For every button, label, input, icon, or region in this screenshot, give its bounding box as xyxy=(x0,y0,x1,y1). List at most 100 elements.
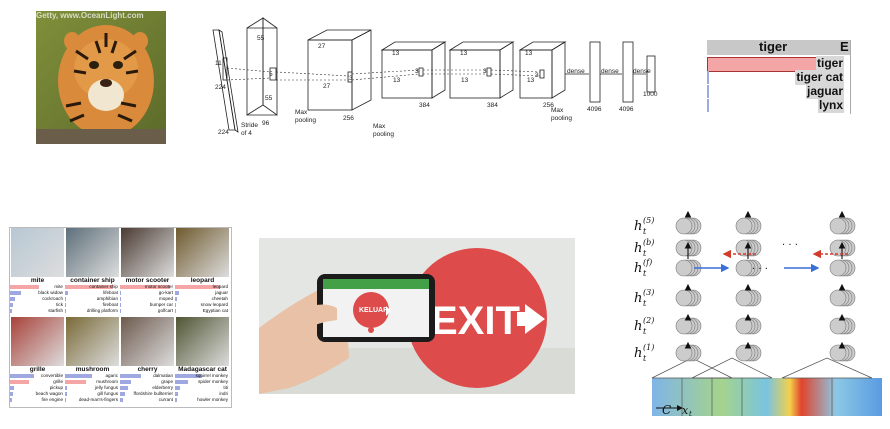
result-image xyxy=(66,228,119,277)
result-score-bar xyxy=(65,309,66,313)
rnn-dots-upper: · · · xyxy=(782,240,798,251)
result-score-bar xyxy=(10,285,40,289)
result-title: container ship xyxy=(70,277,115,284)
conv5-size2-label: 13 xyxy=(527,77,535,84)
rnn-layer-sub: t xyxy=(643,227,647,236)
prediction-header: tiger E xyxy=(707,40,850,55)
rnn-neuron xyxy=(735,344,753,362)
rnn-layer-sub: t xyxy=(643,269,647,278)
prediction-row: tiger cat xyxy=(707,70,850,85)
rnn-neuron xyxy=(675,317,693,335)
prediction-label: tiger xyxy=(815,56,844,71)
rnn-layer-sub: t xyxy=(643,249,647,258)
prediction-bar xyxy=(707,71,709,84)
result-list-item: dead-man's-fingers xyxy=(65,397,120,403)
conv4-kernel-label: 3 xyxy=(483,68,487,75)
result-score-bar xyxy=(65,392,67,396)
rnn-neuron xyxy=(735,289,753,307)
result-score-bar xyxy=(10,291,21,295)
result-score-bar xyxy=(120,309,121,313)
rnn-layer-sup: (f) xyxy=(643,258,652,267)
conv2-depth-label: 256 xyxy=(343,115,354,122)
conv5-size-label: 13 xyxy=(525,50,533,57)
rnn-neuron xyxy=(829,217,847,235)
rnn-neuron xyxy=(675,289,693,307)
input-height-label: 224 xyxy=(215,84,226,91)
phone-screen-text: KELUAR xyxy=(359,307,388,314)
result-title: motor scooter xyxy=(125,277,170,284)
result-image xyxy=(176,228,229,277)
watermark-text: Getty, www.OceanLight.com xyxy=(36,11,144,20)
rnn-neuron xyxy=(675,239,693,257)
prediction-row: lynx xyxy=(707,98,850,113)
conv1-size-label: 55 xyxy=(257,35,265,42)
rnn-neuron xyxy=(675,217,693,235)
rnn-layer-sup: (3) xyxy=(643,288,654,297)
conv3-size-label: 13 xyxy=(392,50,400,57)
stride-label: Stride xyxy=(241,122,258,129)
result-score-bar xyxy=(175,380,189,384)
result-title: mushroom xyxy=(75,366,110,373)
dense3-label: dense xyxy=(633,68,651,75)
result-list-item: currant xyxy=(120,397,175,403)
result-list-item: golfcart xyxy=(120,308,173,313)
result-score-bar xyxy=(65,303,66,307)
result-score-bar xyxy=(120,392,126,396)
result-score-bar xyxy=(175,309,176,313)
prediction-header-cut: E xyxy=(840,40,849,54)
result-title: grille xyxy=(29,366,46,373)
tiger-image xyxy=(36,11,166,144)
pool3-label: Max xyxy=(551,107,564,114)
prediction-panel: tiger E tiger tiger cat jaguar lynx xyxy=(707,40,851,114)
result-score-bar xyxy=(175,303,177,307)
rnn-neuron xyxy=(829,344,847,362)
rnn-neuron xyxy=(735,259,753,277)
fc3-label: 1000 xyxy=(643,91,658,98)
rnn-layer-label: h xyxy=(634,261,642,276)
rnn-layer-sup: (5) xyxy=(643,216,654,225)
exit-sign-photo: EXIT KELUAR xyxy=(259,238,575,394)
result-title: mite xyxy=(30,277,45,284)
input-sub-label: t xyxy=(689,410,692,418)
conv3-depth-label: 384 xyxy=(419,102,430,109)
result-score-bar xyxy=(10,297,16,301)
rnn-diagram: C x t · · · · · · h t(5)h t(b)h t(f)h t(3)h t… xyxy=(634,210,882,418)
rnn-neuron xyxy=(829,317,847,335)
context-label: C xyxy=(662,403,671,417)
rnn-dots-lower: · · · xyxy=(752,264,768,275)
fc2-label: 4096 xyxy=(619,106,634,113)
result-score-bar xyxy=(120,398,123,402)
rnn-neuron xyxy=(675,344,693,362)
rnn-layer-label: h xyxy=(634,219,642,234)
result-score-bar xyxy=(120,297,121,301)
result-list-item: Egyptian cat xyxy=(175,308,228,313)
result-score-bar xyxy=(10,374,34,378)
result-score-bar xyxy=(120,291,122,295)
input-label: x xyxy=(682,404,689,417)
result-image xyxy=(121,317,174,366)
conv2-size2-label: 27 xyxy=(323,83,331,90)
fc1-label: 4096 xyxy=(587,106,602,113)
prediction-row: tiger xyxy=(707,56,850,72)
prediction-label: lynx xyxy=(817,98,844,113)
rnn-neuron xyxy=(735,317,753,335)
conv5-kernel-label: 3 xyxy=(535,72,539,79)
conv3-kernel-label: 3 xyxy=(415,68,419,75)
result-score-bar xyxy=(10,398,13,402)
dense2-label: dense xyxy=(601,68,619,75)
result-score-bar xyxy=(120,380,131,384)
prediction-bar xyxy=(707,85,709,98)
conv4-size-label: 13 xyxy=(460,50,468,57)
result-score-bar xyxy=(175,392,179,396)
kernel-size-label: 11 xyxy=(215,60,222,67)
result-score-bar xyxy=(65,297,67,301)
conv2-kernel-label: 3 xyxy=(349,75,353,82)
exit-sign-text: EXIT xyxy=(431,299,520,343)
rnn-layer-sub: t xyxy=(643,299,647,308)
tiger-photo: Getty, www.OceanLight.com xyxy=(36,11,166,144)
pool3-label2: pooling xyxy=(551,115,572,122)
exit-image: EXIT KELUAR xyxy=(259,238,575,394)
result-score-bar xyxy=(10,380,29,384)
rnn-neuron xyxy=(829,259,847,277)
result-list-item: fire engine xyxy=(10,397,65,403)
